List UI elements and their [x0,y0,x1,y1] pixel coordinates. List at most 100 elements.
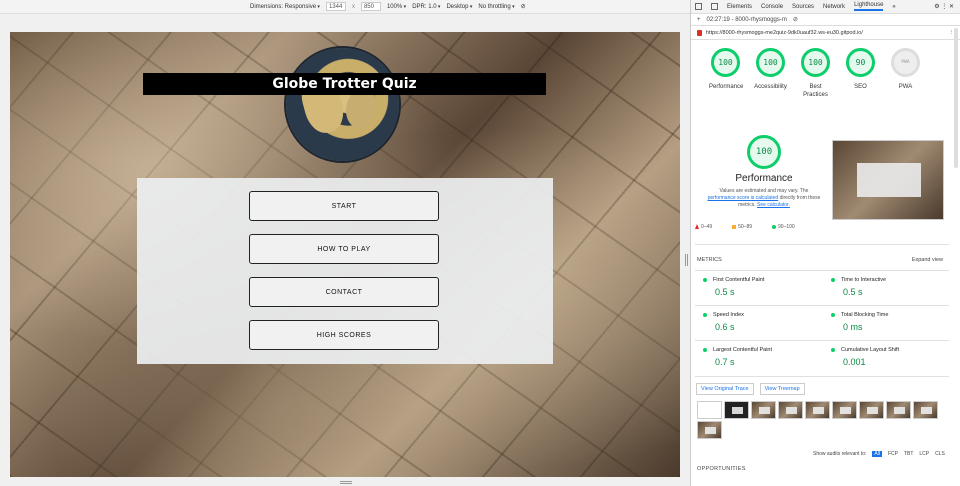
performance-score: 100 [747,135,781,169]
resize-handle-bottom[interactable] [340,481,352,484]
metric-tti: Time to Interactive 0.5 s [831,277,949,297]
device-toggle-icon[interactable] [711,3,718,10]
divider [695,376,949,377]
score-gauges: 100 Performance 100 Accessibility 100 Be… [709,48,922,99]
filmstrip [697,401,947,439]
gauge-score: 100 [801,48,830,77]
filmstrip-frame [859,401,884,419]
filmstrip-frame [886,401,911,419]
throttling-select[interactable]: No throttling [478,4,514,10]
inspect-icon[interactable] [695,3,702,10]
zoom-select[interactable]: 100% [387,4,406,10]
gauge-accessibility[interactable]: 100 Accessibility [754,48,787,99]
report-url[interactable]: https://8000-rhysmoggs-me2quiz-9dk0uauf3… [706,30,863,36]
view-original-trace-button[interactable]: View Original Trace [696,383,754,395]
viewport: Globe Trotter Quiz START HOW TO PLAY CON… [0,14,690,486]
audit-chip-tbt[interactable]: TBT [904,451,913,457]
score-calculated-link[interactable]: performance score is calculated [708,195,779,201]
filmstrip-frame [697,401,722,419]
gauge-label: PWA [898,84,913,90]
gauge-label: Accessibility [754,84,787,90]
gauge-pwa[interactable]: PWA PWA [889,48,922,99]
page-title: Globe Trotter Quiz [143,73,546,95]
tab-sources[interactable]: Sources [792,4,814,10]
device-select[interactable]: Desktop [446,4,472,10]
gauge-label: SEO [854,84,867,90]
filmstrip-frame [751,401,776,419]
resize-handle-right[interactable] [685,254,688,266]
gauge-performance[interactable]: 100 Performance [709,48,744,99]
metric-label: Speed Index [713,312,744,318]
metric-value: 0.5 s [843,287,863,297]
high-scores-button[interactable]: HIGH SCORES [249,320,439,350]
gauge-best-practices[interactable]: 100 Best Practices [799,48,832,99]
dimensions-select[interactable]: Dimensions: Responsive [250,4,320,10]
audit-chip-lcp[interactable]: LCP [919,451,929,457]
report-select[interactable]: 02:27:19 - 8000-rhysmoggs-m [707,17,787,23]
start-button[interactable]: START [249,191,439,221]
metric-label: First Contentful Paint [713,277,765,283]
score-legend: 0–49 50–89 90–100 [695,224,795,230]
performance-title: Performance [735,173,793,184]
calculator-link[interactable]: See calculator. [757,202,790,208]
metric-label: Cumulative Layout Shift [841,347,900,353]
view-treemap-button[interactable]: View Treemap [759,383,805,395]
performance-summary: 100 Performance Values are estimated and… [705,135,823,209]
tab-network[interactable]: Network [823,4,845,10]
metric-value: 0.6 s [715,322,735,332]
divider [695,340,949,341]
tab-more[interactable]: » [892,4,895,10]
device-toolbar: Dimensions: Responsive 1344 x 850 100% D… [0,0,690,14]
metrics-title: METRICS [697,257,722,263]
filmstrip-frame [724,401,749,419]
add-icon[interactable]: + [697,17,701,23]
url-bar: https://8000-rhysmoggs-me2quiz-9dk0uauf3… [691,26,960,40]
devtools-tabs: Elements Console Sources Network Lightho… [691,0,960,14]
filmstrip-frame [913,401,938,419]
height-input[interactable]: 850 [360,2,381,11]
tab-lighthouse[interactable]: Lighthouse [854,2,884,11]
gauge-score: 100 [711,48,740,77]
legend-fail: 0–49 [695,224,712,230]
filmstrip-frame [778,401,803,419]
legend-average: 50–89 [732,224,752,230]
gauge-label: Best Practices [803,84,828,98]
metric-label: Time to Interactive [841,277,887,283]
metric-tbt: Total Blocking Time 0 ms [831,312,949,332]
clear-icon[interactable]: ⊘ [793,16,798,23]
metric-label: Total Blocking Time [841,312,889,318]
gauge-score: 90 [846,48,875,77]
metric-fcp: First Contentful Paint 0.5 s [703,277,821,297]
divider [695,244,949,245]
menu-panel: START HOW TO PLAY CONTACT HIGH SCORES [137,178,553,364]
audit-chip-cls[interactable]: CLS [935,451,945,457]
trace-buttons: View Original Trace View Treemap [696,383,805,395]
metric-value: 0.7 s [715,357,735,367]
width-input[interactable]: 1344 [325,2,346,11]
how-to-play-button[interactable]: HOW TO PLAY [249,234,439,264]
rotate-icon[interactable]: ⊘ [521,3,526,10]
audit-chip-all[interactable]: All [872,451,882,457]
contact-button[interactable]: CONTACT [249,277,439,307]
expand-view-toggle[interactable]: Expand view [912,257,943,263]
audit-chip-fcp[interactable]: FCP [888,451,898,457]
tab-console[interactable]: Console [761,4,783,10]
page-screenshot-thumbnail [832,140,944,220]
divider [695,270,949,271]
quiz-page: Globe Trotter Quiz START HOW TO PLAY CON… [10,32,680,477]
tab-elements[interactable]: Elements [727,4,752,10]
devtools-scrollbar[interactable] [954,28,958,168]
dimension-separator: x [351,3,355,10]
metric-value: 0 ms [843,322,863,332]
gauge-label: Performance [709,84,744,90]
opportunities-heading: OPPORTUNITIES [697,466,746,472]
settings-icon[interactable]: ⚙ ⋮ ✕ [934,3,954,10]
metrics-header: METRICS Expand view [697,257,943,263]
performance-note: Values are estimated and may vary. The p… [705,188,823,209]
audit-filter-label: Show audits relevant to: [813,451,867,457]
dpr-select[interactable]: DPR: 1.0 [412,4,440,10]
gauge-seo[interactable]: 90 SEO [844,48,877,99]
filmstrip-frame [805,401,830,419]
metric-lcp: Largest Contentful Paint 0.7 s [703,347,821,367]
note-text: Values are estimated and may vary. The [719,188,809,194]
